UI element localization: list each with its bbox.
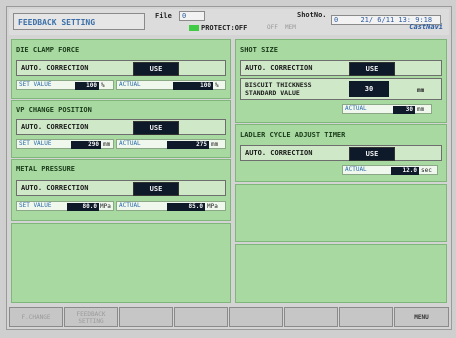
menu-button[interactable]: MENU bbox=[394, 307, 449, 327]
auto-correction-row-shot: AUTO. CORRECTION USE bbox=[240, 60, 442, 76]
biscuit-unit: mm bbox=[417, 87, 425, 94]
opt-off: OFF bbox=[267, 24, 278, 31]
use-button-shot[interactable]: USE bbox=[349, 62, 395, 76]
castnavi-label: CastNavi bbox=[409, 23, 443, 31]
auto-correction-row-die-clamp: AUTO. CORRECTION USE bbox=[16, 60, 226, 76]
set-value-box[interactable]: 100 bbox=[75, 82, 99, 90]
set-unit: mm bbox=[103, 141, 111, 148]
shot-actual-value-box: 30 bbox=[393, 106, 415, 114]
auto-correction-label: AUTO. CORRECTION bbox=[245, 149, 313, 157]
set-value-cell: SET VALUE 290 mm bbox=[16, 139, 114, 149]
auto-correction-row-ladler: AUTO. CORRECTION USE bbox=[240, 145, 442, 161]
f-change-label: F.CHANGE bbox=[21, 314, 51, 321]
actual-cell: ACTUAL 100 % bbox=[116, 80, 226, 90]
shot-actual-cell: ACTUAL 30 mm bbox=[342, 104, 432, 114]
auto-correction-label: AUTO. CORRECTION bbox=[21, 123, 89, 131]
set-value-box[interactable]: 290 bbox=[71, 141, 101, 149]
section-title-die-clamp: DIE CLAMP FORCE bbox=[16, 46, 80, 54]
panel-ladler-cycle: LADLER CYCLE ADJUST TIMER AUTO. CORRECTI… bbox=[235, 124, 447, 182]
page-title: FEEDBACK SETTING bbox=[13, 13, 145, 30]
use-button-vp[interactable]: USE bbox=[133, 121, 179, 135]
feedback-setting-label-2: SETTING bbox=[78, 318, 104, 325]
panel-vp-change-position: VP CHANGE POSITION AUTO. CORRECTION USE … bbox=[11, 100, 231, 158]
panel-metal-pressure: METAL PRESSURE AUTO. CORRECTION USE SET … bbox=[11, 159, 231, 221]
fkey-5-button[interactable] bbox=[229, 307, 283, 327]
shotno-label: ShotNo. bbox=[297, 11, 327, 19]
header-bar: FEEDBACK SETTING File 0 ShotNo. 0 21/ 6/… bbox=[9, 9, 449, 35]
shotno-value: 0 bbox=[334, 16, 339, 24]
biscuit-row: BISCUIT THICKNESS STANDARD VALUE 30 mm bbox=[240, 78, 442, 100]
auto-correction-label: AUTO. CORRECTION bbox=[245, 64, 313, 72]
auto-correction-row-vp: AUTO. CORRECTION USE bbox=[16, 119, 226, 135]
setvalue-row-vp: SET VALUE 290 mm ACTUAL 275 mm bbox=[16, 139, 226, 149]
actual-cell: ACTUAL 85.0 MPa bbox=[116, 201, 226, 211]
panel-die-clamp-force: DIE CLAMP FORCE AUTO. CORRECTION USE SET… bbox=[11, 39, 231, 99]
actual-value-box: 275 bbox=[167, 141, 209, 149]
set-value-label: SET VALUE bbox=[19, 81, 52, 88]
set-value-cell: SET VALUE 80.0 MPa bbox=[16, 201, 114, 211]
menu-label: MENU bbox=[414, 314, 429, 321]
panel-empty-left bbox=[11, 223, 231, 303]
use-button-ladler[interactable]: USE bbox=[349, 147, 395, 161]
actual-unit: % bbox=[215, 82, 219, 89]
setvalue-row-die-clamp: SET VALUE 100 % ACTUAL 100 % bbox=[16, 80, 226, 90]
actual-label: ACTUAL bbox=[119, 140, 141, 147]
ladler-actual-value-box: 12.0 bbox=[391, 167, 419, 175]
fkey-4-button[interactable] bbox=[174, 307, 228, 327]
protect-text: PROTECT:OFF bbox=[201, 24, 248, 32]
file-value[interactable]: 0 bbox=[179, 11, 205, 21]
set-value-cell: SET VALUE 100 % bbox=[16, 80, 114, 90]
actual-label: ACTUAL bbox=[345, 166, 367, 173]
file-label: File bbox=[155, 12, 172, 20]
biscuit-label-2: STANDARD VALUE bbox=[245, 89, 300, 97]
section-title-metal-pressure: METAL PRESSURE bbox=[16, 165, 76, 173]
panel-empty-right-1 bbox=[235, 184, 447, 242]
function-key-bar: F.CHANGE FEEDBACK SETTING MENU bbox=[9, 307, 449, 327]
actual-label: ACTUAL bbox=[119, 81, 141, 88]
fkey-3-button[interactable] bbox=[119, 307, 173, 327]
actual-value-box: 85.0 bbox=[167, 203, 205, 211]
section-title-shot-size: SHOT SIZE bbox=[240, 46, 278, 54]
panel-shot-size: SHOT SIZE AUTO. CORRECTION USE BISCUIT T… bbox=[235, 39, 447, 123]
auto-correction-label: AUTO. CORRECTION bbox=[21, 184, 89, 192]
ladler-actual-unit: sec bbox=[421, 167, 432, 174]
actual-value-box: 100 bbox=[173, 82, 213, 90]
shot-actual-unit: mm bbox=[417, 106, 425, 113]
section-title-ladler: LADLER CYCLE ADJUST TIMER bbox=[240, 131, 346, 139]
actual-cell: ACTUAL 275 mm bbox=[116, 139, 226, 149]
feedback-setting-button[interactable]: FEEDBACK SETTING bbox=[64, 307, 118, 327]
actual-label: ACTUAL bbox=[345, 105, 367, 112]
use-button-metal[interactable]: USE bbox=[133, 182, 179, 196]
opt-mem: MEM bbox=[285, 24, 296, 31]
ladler-actual-cell: ACTUAL 12.0 sec bbox=[342, 165, 438, 175]
auto-correction-row-metal: AUTO. CORRECTION USE bbox=[16, 180, 226, 196]
biscuit-label-1: BISCUIT THICKNESS bbox=[245, 81, 312, 89]
fkey-6-button[interactable] bbox=[284, 307, 338, 327]
biscuit-value-box[interactable]: 30 bbox=[349, 81, 389, 97]
use-button-die-clamp[interactable]: USE bbox=[133, 62, 179, 76]
set-value-box[interactable]: 80.0 bbox=[67, 203, 99, 211]
set-value-label: SET VALUE bbox=[19, 140, 52, 147]
feedback-setting-label-1: FEEDBACK bbox=[76, 311, 106, 318]
set-unit: % bbox=[101, 82, 105, 89]
auto-correction-label: AUTO. CORRECTION bbox=[21, 64, 89, 72]
panel-empty-right-2 bbox=[235, 244, 447, 303]
protect-led-icon bbox=[189, 25, 199, 31]
protect-status: PROTECT:OFF bbox=[189, 24, 247, 32]
fkey-7-button[interactable] bbox=[339, 307, 393, 327]
actual-unit: mm bbox=[211, 141, 219, 148]
section-title-vp-change: VP CHANGE POSITION bbox=[16, 106, 92, 114]
set-unit: MPa bbox=[100, 203, 111, 210]
hmi-screen: FEEDBACK SETTING File 0 ShotNo. 0 21/ 6/… bbox=[6, 6, 452, 330]
setvalue-row-metal: SET VALUE 80.0 MPa ACTUAL 85.0 MPa bbox=[16, 201, 226, 211]
actual-unit: MPa bbox=[207, 203, 218, 210]
actual-label: ACTUAL bbox=[119, 202, 141, 209]
f-change-button[interactable]: F.CHANGE bbox=[9, 307, 63, 327]
set-value-label: SET VALUE bbox=[19, 202, 52, 209]
